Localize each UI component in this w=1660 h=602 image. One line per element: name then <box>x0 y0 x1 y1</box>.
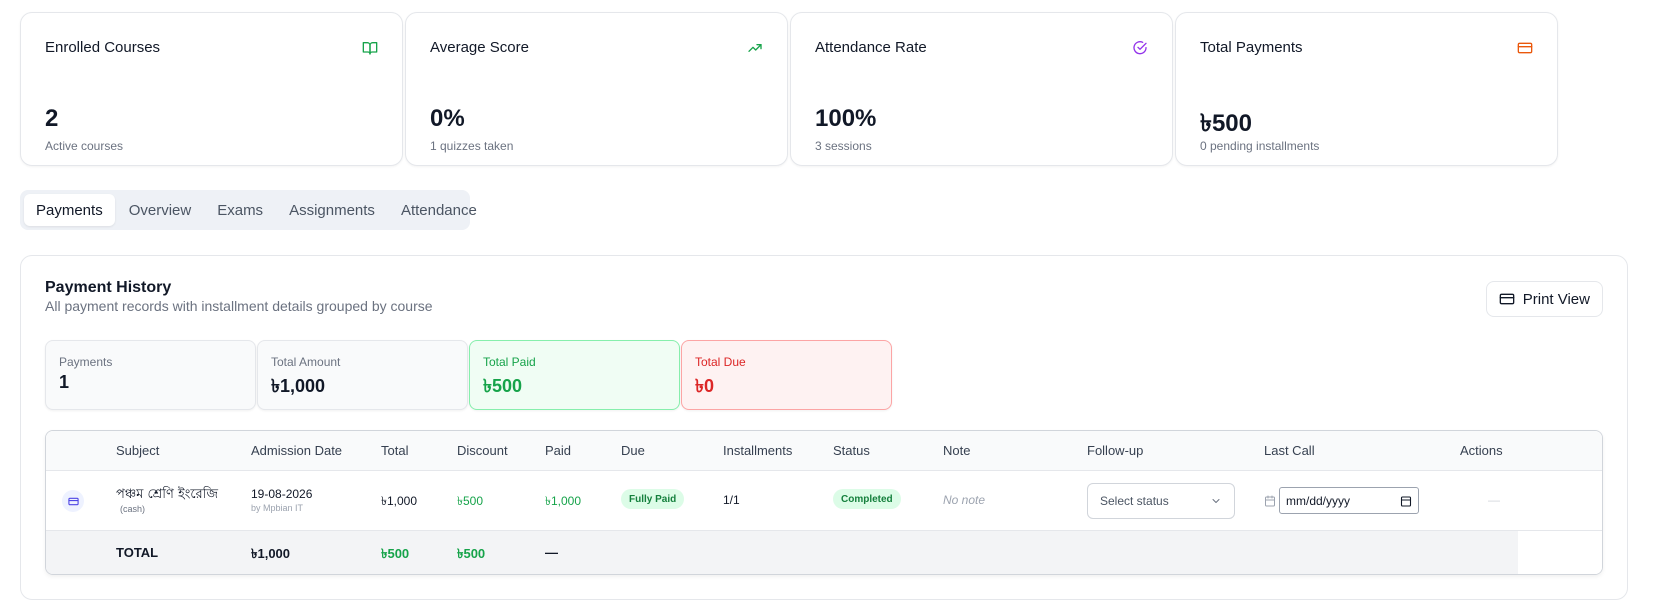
column-header-installments: Installments <box>723 443 793 458</box>
column-header-discount: Discount <box>457 443 508 458</box>
column-header-follow-up: Follow-up <box>1087 443 1144 458</box>
print-view-button[interactable]: Print View <box>1485 281 1603 317</box>
stat-title: Attendance Rate <box>815 39 927 56</box>
stat-title: Total Payments <box>1200 39 1303 56</box>
total-amount: ৳1,000 <box>251 546 291 561</box>
total-label: TOTAL <box>116 545 159 560</box>
tab-payments[interactable]: Payments <box>24 194 115 226</box>
follow-up-select-value: Select status <box>1100 494 1169 508</box>
admission-date: 19-08-2026 <box>251 487 313 501</box>
summary-value: 1 <box>59 372 70 392</box>
stat-subtitle: Active courses <box>45 139 124 153</box>
stat-title: Enrolled Courses <box>45 39 161 56</box>
summary-value: ৳1,000 <box>271 376 326 396</box>
row-installments: 1/1 <box>723 493 740 507</box>
tab-attendance[interactable]: Attendance <box>389 194 489 226</box>
trending-up-icon <box>747 40 763 56</box>
admission-by: by Mpbian IT <box>251 503 304 513</box>
stat-card-average-score: Average Score 0% 1 quizzes taken <box>405 12 788 166</box>
total-paid: ৳500 <box>457 546 486 561</box>
table-total-row: TOTAL ৳1,000 ৳500 ৳500 — <box>46 531 1602 574</box>
stat-subtitle: 3 sessions <box>815 139 872 153</box>
column-header-note: Note <box>943 443 971 458</box>
row-note: No note <box>943 493 986 507</box>
stat-card-total-payments: Total Payments ৳500 0 pending installmen… <box>1175 12 1558 166</box>
summary-total-paid: Total Paid ৳500 <box>469 340 680 410</box>
total-due: — <box>545 545 558 560</box>
table-header-row: Subject Admission Date Total Discount Pa… <box>46 431 1602 471</box>
stat-value: 100% <box>815 105 877 132</box>
chevron-down-icon <box>1210 495 1222 507</box>
payment-card-icon <box>62 490 84 512</box>
stat-value: 2 <box>45 105 59 132</box>
stat-card-enrolled-courses: Enrolled Courses 2 Active courses <box>20 12 403 166</box>
column-header-subject: Subject <box>116 443 160 458</box>
summary-payments: Payments 1 <box>45 340 256 410</box>
stat-card-attendance-rate: Attendance Rate 100% 3 sessions <box>790 12 1173 166</box>
column-header-paid: Paid <box>545 443 572 458</box>
column-header-last-call: Last Call <box>1264 443 1315 458</box>
tab-exams[interactable]: Exams <box>205 194 275 226</box>
due-status-badge: Fully Paid <box>621 489 685 509</box>
stat-subtitle: 0 pending installments <box>1200 139 1320 153</box>
last-call-date-input[interactable]: mm/dd/yyyy <box>1279 487 1419 514</box>
column-header-actions: Actions <box>1460 443 1503 458</box>
print-view-label: Print View <box>1522 290 1590 308</box>
summary-label: Payments <box>59 355 113 369</box>
tab-list: Payments Overview Exams Assignments Atte… <box>20 190 477 230</box>
panel-title: Payment History <box>45 279 172 296</box>
stat-title: Average Score <box>430 39 529 56</box>
summary-label: Total Paid <box>483 355 536 369</box>
calendar-picker-icon[interactable] <box>1400 495 1412 507</box>
check-circle-icon <box>1132 40 1148 56</box>
calendar-icon <box>1264 494 1276 512</box>
credit-card-icon <box>1499 291 1515 307</box>
row-discount: ৳500 <box>457 494 483 508</box>
summary-value: ৳500 <box>483 376 522 396</box>
total-discount: ৳500 <box>381 546 410 561</box>
column-header-due: Due <box>621 443 645 458</box>
tab-overview[interactable]: Overview <box>117 194 204 226</box>
last-call-date-placeholder: mm/dd/yyyy <box>1286 493 1351 508</box>
credit-card-icon <box>1517 40 1533 56</box>
column-header-status: Status <box>833 443 870 458</box>
row-paid: ৳1,000 <box>545 494 582 508</box>
subject-name: পঞ্চম শ্রেণি ইংরেজি <box>116 487 219 502</box>
column-header-total: Total <box>381 443 409 458</box>
stat-value: 0% <box>430 105 465 132</box>
panel-description: All payment records with installment det… <box>45 298 433 314</box>
summary-label: Total Amount <box>271 355 341 369</box>
book-open-icon <box>362 40 378 56</box>
stat-subtitle: 1 quizzes taken <box>430 139 514 153</box>
summary-total-amount: Total Amount ৳1,000 <box>257 340 468 410</box>
column-header-admission-date: Admission Date <box>251 443 343 458</box>
summary-total-due: Total Due ৳0 <box>681 340 892 410</box>
payment-history-panel: Payment History All payment records with… <box>20 255 1628 600</box>
status-badge: Completed <box>833 489 901 509</box>
summary-label: Total Due <box>695 355 746 369</box>
tab-assignments[interactable]: Assignments <box>277 194 387 226</box>
follow-up-select[interactable]: Select status <box>1087 483 1235 519</box>
row-actions: — <box>1488 493 1500 507</box>
payment-method: (cash) <box>120 504 146 514</box>
table-row: পঞ্চম শ্রেণি ইংরেজি (cash) 19-08-2026 by… <box>46 471 1602 531</box>
payments-table: Subject Admission Date Total Discount Pa… <box>45 430 1603 575</box>
row-total: ৳1,000 <box>381 494 418 508</box>
total-actions-cell <box>1518 531 1602 574</box>
summary-value: ৳0 <box>695 376 714 396</box>
